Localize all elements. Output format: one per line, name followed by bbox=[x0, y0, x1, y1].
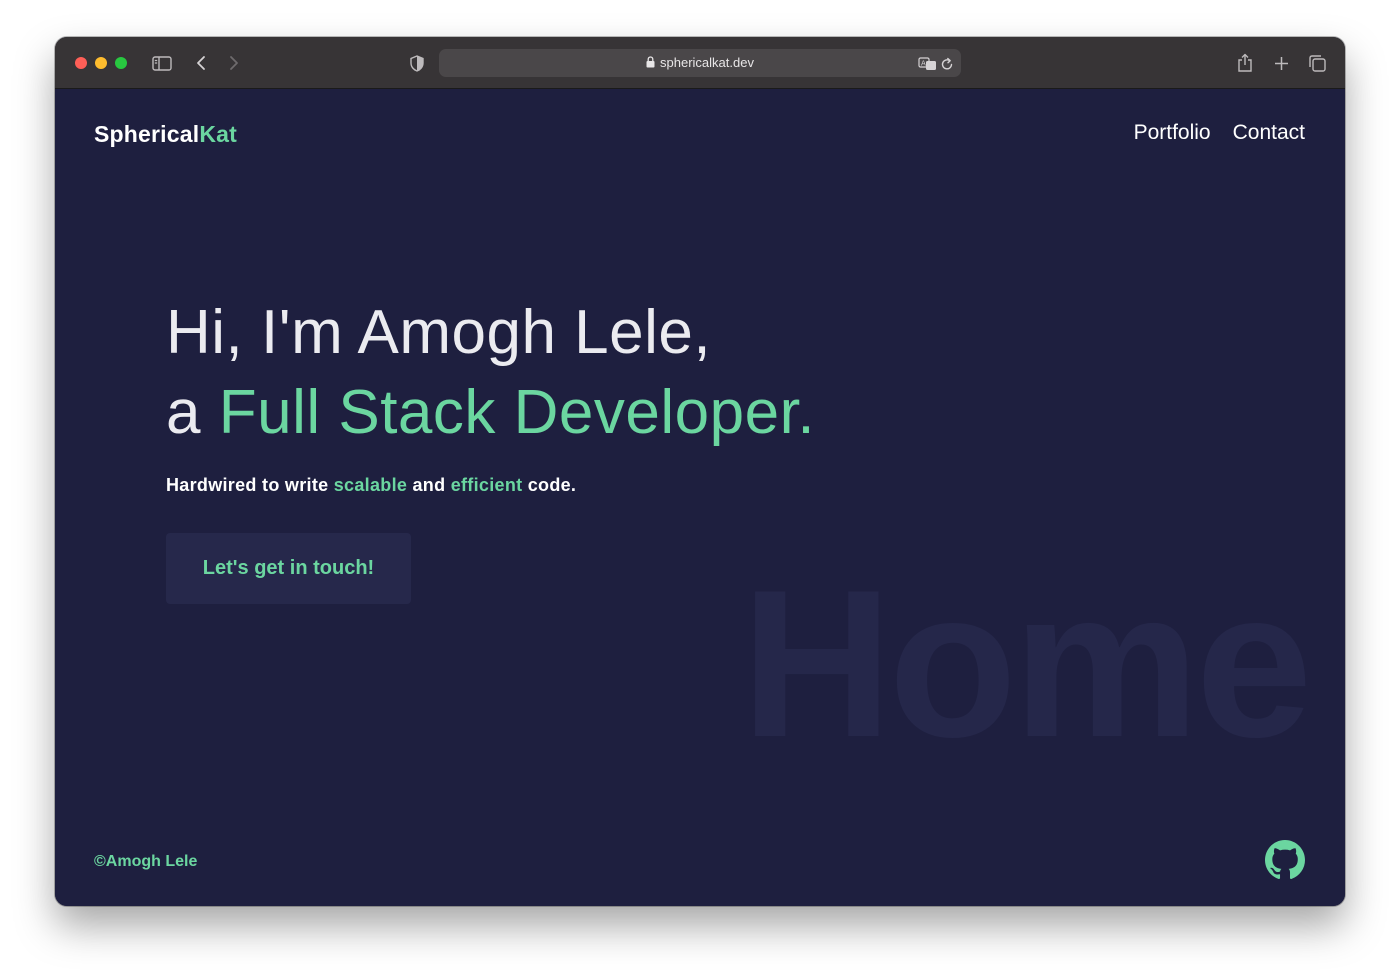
lock-icon bbox=[646, 56, 655, 71]
minimize-window-button[interactable] bbox=[95, 57, 107, 69]
browser-toolbar: sphericalkat.dev A bbox=[55, 37, 1345, 89]
hero-tagline: Hardwired to write scalable and efficien… bbox=[166, 475, 815, 496]
chevron-left-icon[interactable] bbox=[193, 52, 209, 74]
translate-icon[interactable]: A bbox=[917, 53, 937, 75]
section-watermark: Home bbox=[741, 546, 1312, 781]
logo-accent-text: Kat bbox=[199, 121, 238, 147]
github-icon[interactable] bbox=[1265, 840, 1305, 880]
site-logo[interactable]: SphericalKat bbox=[94, 121, 237, 148]
chevron-right-icon[interactable] bbox=[226, 52, 242, 74]
tagline-text-3: code. bbox=[522, 475, 577, 495]
sidebar-icon[interactable] bbox=[151, 52, 173, 74]
url-text: sphericalkat.dev bbox=[660, 55, 754, 70]
svg-text:A: A bbox=[921, 60, 926, 68]
logo-main-text: Spherical bbox=[94, 121, 200, 147]
main-nav: Portfolio Contact bbox=[1134, 121, 1305, 145]
footer-copyright: ©Amogh Lele bbox=[94, 853, 198, 870]
hero-line-1: Hi, I'm Amogh Lele, bbox=[166, 298, 712, 367]
hero-role: Full Stack Developer. bbox=[218, 378, 816, 447]
close-window-button[interactable] bbox=[75, 57, 87, 69]
tagline-text-1: Hardwired to write bbox=[166, 475, 334, 495]
address-bar[interactable]: sphericalkat.dev A bbox=[439, 49, 961, 77]
hero-line-2-prefix: a bbox=[166, 378, 219, 447]
hero-section: Hi, I'm Amogh Lele, a Full Stack Develop… bbox=[166, 293, 815, 496]
nav-link-portfolio[interactable]: Portfolio bbox=[1134, 121, 1211, 145]
plus-icon[interactable] bbox=[1271, 52, 1291, 74]
tagline-text-2: and bbox=[407, 475, 451, 495]
shield-icon[interactable] bbox=[408, 52, 426, 74]
tab-overview-icon[interactable] bbox=[1307, 52, 1327, 74]
contact-cta-button[interactable]: Let's get in touch! bbox=[166, 533, 411, 604]
reload-icon[interactable] bbox=[939, 53, 955, 75]
tagline-accent-efficient: efficient bbox=[450, 475, 523, 495]
page-content: Home SphericalKat Portfolio Contact Hi, … bbox=[55, 89, 1345, 906]
browser-window: sphericalkat.dev A Home SphericalKat Por… bbox=[55, 37, 1345, 906]
hero-heading: Hi, I'm Amogh Lele, a Full Stack Develop… bbox=[166, 293, 815, 453]
tagline-accent-scalable: scalable bbox=[333, 475, 408, 495]
nav-link-contact[interactable]: Contact bbox=[1233, 121, 1305, 145]
share-icon[interactable] bbox=[1235, 52, 1255, 74]
zoom-window-button[interactable] bbox=[115, 57, 127, 69]
